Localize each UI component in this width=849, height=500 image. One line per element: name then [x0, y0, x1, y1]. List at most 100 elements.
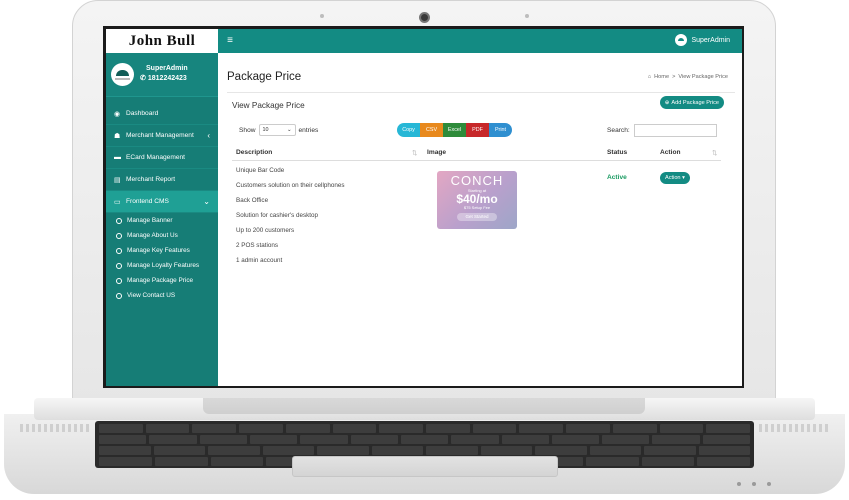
table-header: Description ⇅ Image Status Action ⇅	[232, 143, 721, 161]
circle-icon	[116, 232, 122, 239]
export-buttons: Copy CSV Excel PDF Print	[397, 123, 512, 137]
feature-line: 1 admin account	[236, 257, 283, 264]
sidebar: SuperAdmin ✆ 1812242423 ◉ Dashboard ☗ Me…	[106, 53, 218, 386]
feature-line: Back Office	[236, 197, 269, 204]
status-led	[767, 482, 771, 486]
table-search: Search:	[607, 124, 717, 137]
sidebar-item-label: Frontend CMS	[126, 198, 169, 205]
page-title: Package Price	[227, 71, 302, 83]
excel-button[interactable]: Excel	[443, 123, 466, 137]
entries-select[interactable]: 10 ⌄	[258, 124, 296, 136]
sort-icon[interactable]: ⇅	[712, 149, 718, 157]
package-price-table: Description ⇅ Image Status Action ⇅ Uniq…	[232, 143, 721, 281]
promo-fee: $75 Setup Fee	[463, 205, 491, 210]
plus-icon: ⊕	[664, 99, 670, 106]
sort-icon[interactable]: ⇅	[412, 149, 418, 157]
speaker-grille	[20, 424, 90, 432]
sidebar-user-phone: ✆ 1812242423	[140, 74, 187, 83]
circle-icon	[116, 262, 122, 269]
add-package-price-button[interactable]: ⊕ Add Package Price	[659, 96, 724, 109]
status-led	[752, 482, 756, 486]
feature-line: Customers solution on their cellphones	[236, 182, 345, 189]
sidebar-item-label: Merchant Report	[126, 176, 176, 183]
user-menu[interactable]: SuperAdmin	[675, 34, 730, 46]
entries-value: 10	[262, 127, 269, 133]
circle-icon	[116, 247, 122, 254]
sidebar-item-label: Dashboard	[126, 110, 159, 117]
sidebar-user-name: SuperAdmin	[146, 65, 188, 72]
sidebar-item-merchant-management[interactable]: ☗ Merchant Management ‹	[106, 125, 218, 147]
phone-number: 1812242423	[147, 74, 187, 82]
circle-icon	[116, 217, 122, 224]
submenu-label: Manage About Us	[127, 232, 178, 239]
sidebar-item-label: Merchant Management	[126, 132, 194, 139]
table-row: Unique Bar Code Customers solution on th…	[232, 161, 721, 281]
entries-label: entries	[298, 126, 319, 134]
submenu-item-manage-loyalty-features[interactable]: Manage Loyalty Features	[116, 258, 218, 273]
promo-cta: Get Started	[457, 213, 497, 221]
user-name: SuperAdmin	[691, 36, 730, 44]
submenu-label: Manage Loyalty Features	[127, 262, 200, 269]
chevron-down-icon: ⌄	[203, 197, 210, 206]
show-label: Show	[239, 126, 256, 134]
action-dropdown-button[interactable]: Action ▾	[660, 172, 690, 184]
sidebar-user-panel: SuperAdmin ✆ 1812242423	[106, 53, 218, 97]
submenu-item-manage-key-features[interactable]: Manage Key Features	[116, 243, 218, 258]
circle-icon	[116, 277, 122, 284]
divider	[227, 92, 735, 93]
hamburger-icon[interactable]: ≡	[224, 35, 236, 47]
header-description[interactable]: Description	[236, 149, 272, 156]
webcam	[419, 12, 430, 23]
promo-brand: CONCH	[450, 173, 504, 188]
section-title: View Package Price	[232, 101, 305, 110]
speaker-grille	[759, 424, 829, 432]
package-image: CONCH Starting at $40/mo $75 Setup Fee G…	[437, 171, 517, 229]
submenu-item-manage-about-us[interactable]: Manage About Us	[116, 228, 218, 243]
search-label: Search:	[607, 127, 630, 134]
sidebar-item-merchant-report[interactable]: ▤ Merchant Report	[106, 169, 218, 191]
sidebar-item-ecard-management[interactable]: ▬ ECard Management	[106, 147, 218, 169]
top-bar: John Bull ≡ SuperAdmin	[106, 29, 742, 53]
brand-logo[interactable]: John Bull	[106, 29, 218, 53]
search-input[interactable]	[633, 124, 717, 137]
file-icon: ▤	[114, 176, 121, 184]
feature-line: Solution for cashier's desktop	[236, 212, 319, 219]
circle-icon	[116, 292, 122, 299]
frontend-cms-submenu: Manage Banner Manage About Us Manage Key…	[106, 213, 218, 303]
print-button[interactable]: Print	[489, 123, 512, 137]
status-led	[737, 482, 741, 486]
home-icon: ⌂	[647, 74, 652, 80]
sidebar-menu: ◉ Dashboard ☗ Merchant Management ‹ ▬ EC…	[106, 103, 218, 303]
folder-icon: ▭	[114, 198, 121, 206]
breadcrumb-current: View Package Price	[678, 74, 728, 80]
csv-button[interactable]: CSV	[420, 123, 443, 137]
submenu-label: Manage Package Price	[127, 277, 194, 284]
feature-line: Unique Bar Code	[236, 167, 285, 174]
phone-icon: ✆	[140, 75, 146, 82]
app-screen: John Bull ≡ SuperAdmin SuperAdmin ✆ 1812…	[106, 29, 742, 386]
breadcrumb-home[interactable]: Home	[654, 74, 669, 80]
submenu-item-manage-package-price[interactable]: Manage Package Price	[116, 273, 218, 288]
sidebar-item-dashboard[interactable]: ◉ Dashboard	[106, 103, 218, 125]
avatar	[111, 63, 134, 86]
submenu-label: Manage Banner	[127, 217, 173, 224]
header-image: Image	[427, 149, 447, 156]
feature-line: Up to 200 customers	[236, 227, 295, 234]
users-icon: ☗	[114, 132, 121, 140]
submenu-item-view-contact-us[interactable]: View Contact US	[116, 288, 218, 303]
breadcrumb-separator: >	[672, 74, 676, 80]
sidebar-item-label: ECard Management	[126, 154, 186, 161]
laptop-mockup: John Bull ≡ SuperAdmin SuperAdmin ✆ 1812…	[0, 0, 849, 500]
sidebar-item-frontend-cms[interactable]: ▭ Frontend CMS ⌄	[106, 191, 218, 213]
laptop-hinge	[203, 398, 645, 414]
submenu-item-manage-banner[interactable]: Manage Banner	[116, 213, 218, 228]
avatar	[675, 34, 688, 46]
dashboard-icon: ◉	[114, 110, 121, 118]
promo-price: $40/mo	[456, 192, 498, 206]
copy-button[interactable]: Copy	[397, 123, 420, 137]
touchpad	[292, 456, 558, 477]
pdf-button[interactable]: PDF	[466, 123, 489, 137]
submenu-label: View Contact US	[127, 292, 176, 299]
breadcrumb: ⌂ Home > View Package Price	[648, 74, 728, 80]
lid-indicator	[525, 14, 529, 18]
